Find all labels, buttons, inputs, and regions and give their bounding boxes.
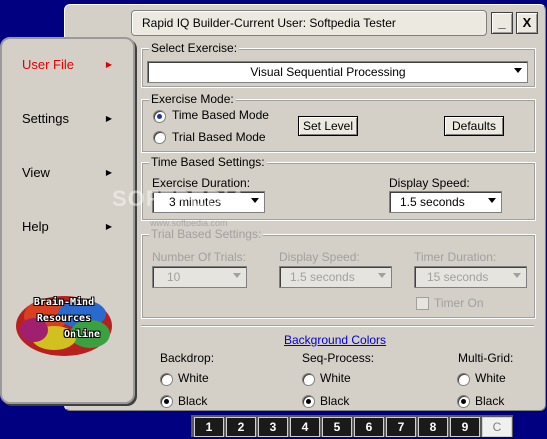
chevron-down-icon: [513, 273, 521, 278]
sidebar-item-view[interactable]: View ▶: [22, 165, 122, 180]
backdrop-black-label: Black: [178, 394, 208, 408]
logo-text-line2: Resources: [36, 313, 92, 324]
sidebar-item-settings[interactable]: Settings ▶: [22, 111, 122, 126]
timer-duration-value: 15 seconds: [427, 270, 489, 284]
time-based-radio[interactable]: [153, 110, 166, 123]
timer-duration-label: Timer Duration:: [414, 250, 497, 264]
number-of-trials-value: 10: [167, 270, 181, 284]
divider: [141, 325, 534, 327]
arrow-right-icon: ▶: [105, 60, 112, 69]
seq-process-white-radio[interactable]: [302, 373, 315, 386]
defaults-button[interactable]: Defaults: [444, 116, 504, 136]
grid-cell-2[interactable]: 2: [226, 417, 256, 437]
window-title: Rapid IQ Builder-Current User: Softpedia…: [142, 16, 396, 30]
backdrop-white-label: White: [178, 371, 209, 385]
exercise-select-value: Visual Sequential Processing: [250, 65, 406, 79]
grid-clear-button[interactable]: C: [482, 417, 512, 437]
select-exercise-label: Select Exercise:: [149, 41, 240, 55]
multi-grid-white-radio[interactable]: [457, 373, 470, 386]
grid-cell-6[interactable]: 6: [354, 417, 384, 437]
multi-grid-black-radio[interactable]: [457, 395, 470, 408]
multi-grid-white-label: White: [475, 371, 506, 385]
trial-display-speed-label: Display Speed:: [279, 250, 360, 264]
timer-duration-select[interactable]: 15 seconds: [414, 266, 527, 288]
sidebar-item-label: User File: [22, 57, 75, 72]
arrow-right-icon: ▶: [105, 222, 112, 231]
trial-based-settings-label: Trial Based Settings:: [149, 227, 264, 241]
seq-process-label: Seq-Process:: [302, 351, 375, 365]
sidebar-item-user-file[interactable]: User File ▶: [22, 57, 122, 72]
sidebar-item-label: Settings: [22, 111, 69, 126]
sidebar-item-label: View: [22, 165, 50, 180]
grid-number-bar: 1 2 3 4 5 6 7 8 9 C: [191, 415, 513, 437]
trial-based-label: Trial Based Mode: [172, 130, 266, 144]
logo-text-line1: Brain-Mind: [33, 297, 95, 308]
multi-grid-label: Multi-Grid:: [458, 351, 514, 365]
timer-on-checkbox[interactable]: [416, 297, 429, 310]
minimize-button[interactable]: _: [491, 12, 513, 34]
grid-cell-7[interactable]: 7: [386, 417, 416, 437]
timer-on-label: Timer On: [434, 296, 484, 310]
sidebar-item-label: Help: [22, 219, 49, 234]
backdrop-black-radio[interactable]: [160, 395, 173, 408]
grid-cell-4[interactable]: 4: [290, 417, 320, 437]
exercise-select[interactable]: Visual Sequential Processing: [147, 61, 528, 83]
close-button[interactable]: X: [516, 12, 538, 34]
grid-cell-9[interactable]: 9: [450, 417, 480, 437]
grid-cell-3[interactable]: 3: [258, 417, 288, 437]
chevron-down-icon: [488, 198, 496, 203]
watermark: SOFTPEDIA: [112, 186, 247, 211]
backdrop-label: Backdrop:: [160, 351, 215, 365]
logo-text-line3: Online: [63, 329, 101, 340]
number-of-trials-label: Number Of Trials:: [152, 250, 247, 264]
trial-display-speed-value: 1.5 seconds: [290, 270, 355, 284]
background-colors-link[interactable]: Background Colors: [284, 333, 386, 347]
trial-display-speed-select[interactable]: 1.5 seconds: [279, 266, 392, 288]
number-of-trials-select[interactable]: 10: [152, 266, 247, 288]
seq-process-black-label: Black: [320, 394, 350, 408]
chevron-down-icon: [251, 198, 259, 203]
display-speed-select[interactable]: 1.5 seconds: [389, 191, 502, 213]
chevron-down-icon: [514, 68, 522, 73]
arrow-right-icon: ▶: [105, 168, 112, 177]
grid-cell-1[interactable]: 1: [194, 417, 224, 437]
display-speed-value: 1.5 seconds: [400, 195, 465, 209]
grid-cell-5[interactable]: 5: [322, 417, 352, 437]
title-bar[interactable]: Rapid IQ Builder-Current User: Softpedia…: [131, 10, 487, 36]
time-based-settings-label: Time Based Settings:: [149, 155, 267, 169]
brain-logo: Brain-Mind Resources Online: [14, 290, 114, 360]
chevron-down-icon: [233, 273, 241, 278]
trial-based-radio[interactable]: [153, 131, 166, 144]
seq-process-black-radio[interactable]: [302, 395, 315, 408]
sidebar-item-help[interactable]: Help ▶: [22, 219, 122, 234]
set-level-button[interactable]: Set Level: [298, 116, 358, 136]
chevron-down-icon: [378, 273, 386, 278]
seq-process-white-label: White: [320, 371, 351, 385]
backdrop-white-radio[interactable]: [160, 373, 173, 386]
time-based-label: Time Based Mode: [172, 108, 269, 122]
arrow-right-icon: ▶: [105, 114, 112, 123]
display-speed-label: Display Speed:: [389, 176, 470, 190]
grid-cell-8[interactable]: 8: [418, 417, 448, 437]
exercise-mode-label: Exercise Mode:: [149, 92, 236, 106]
multi-grid-black-label: Black: [475, 394, 505, 408]
